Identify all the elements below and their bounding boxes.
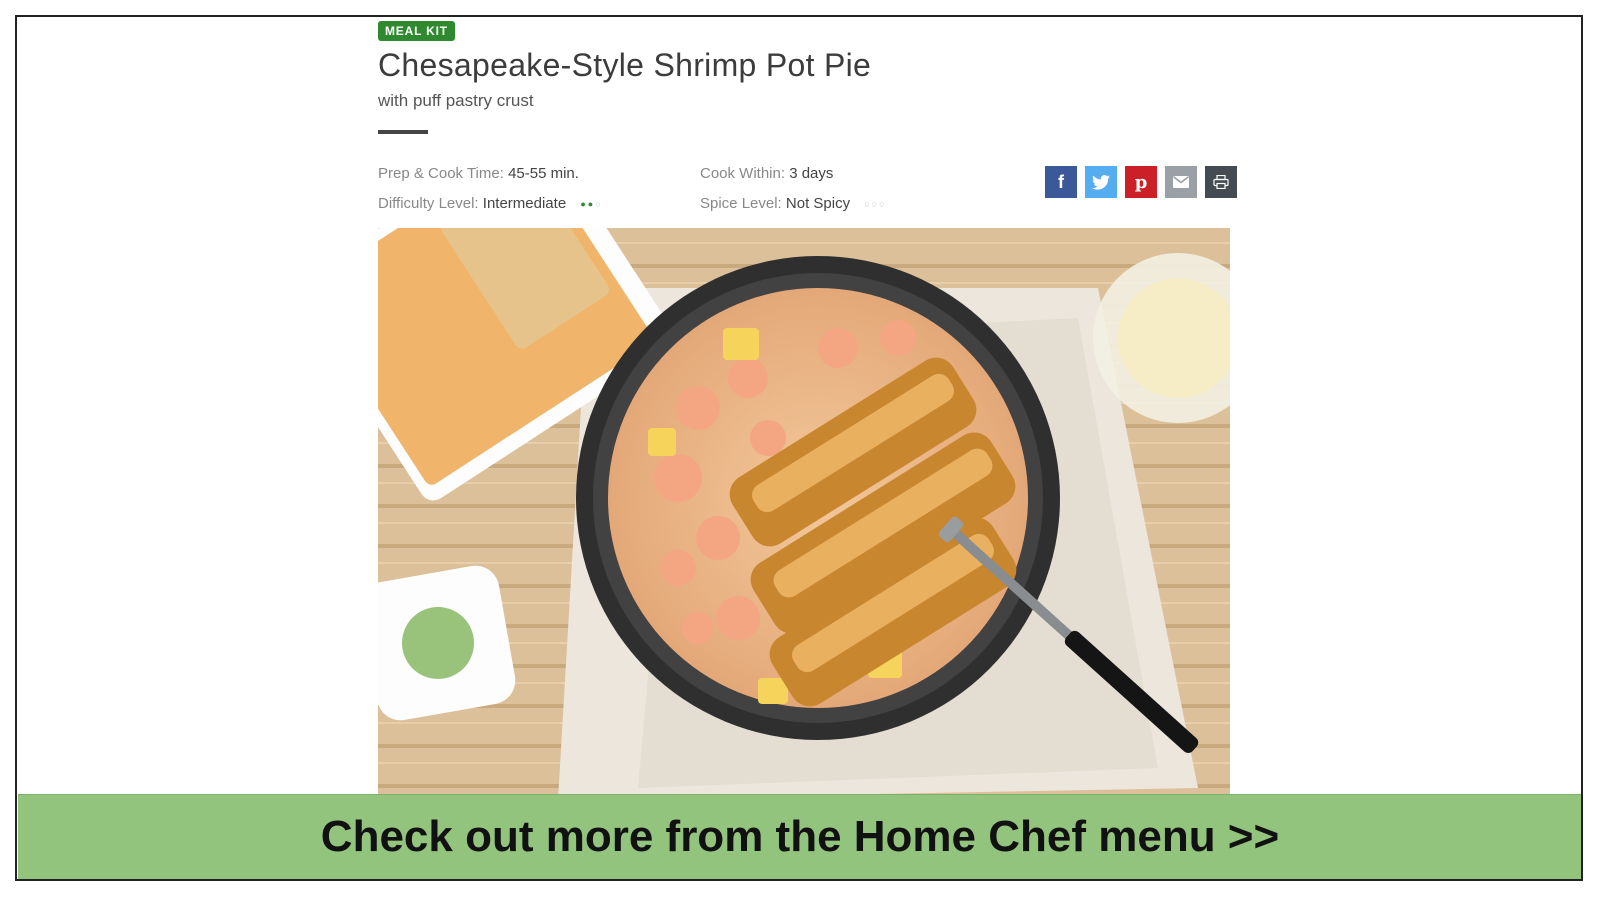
recipe-photo xyxy=(378,228,1230,800)
prep-time: Prep & Cook Time: 45-55 min. xyxy=(378,165,579,182)
facebook-share-button[interactable]: f xyxy=(1045,166,1077,198)
title-divider xyxy=(378,130,428,134)
recipe-subtitle: with puff pastry crust xyxy=(378,91,534,110)
twitter-share-button[interactable] xyxy=(1085,166,1117,198)
recipe-title: Chesapeake-Style Shrimp Pot Pie xyxy=(378,47,872,83)
cook-within-value: 3 days xyxy=(789,165,834,182)
spice-level: Spice Level: Not Spicy ○○○ xyxy=(700,195,887,212)
spice-dot: ○ xyxy=(864,199,872,210)
difficulty-dot: ○ xyxy=(595,199,603,210)
difficulty-dot: ● xyxy=(580,199,588,210)
shrimp-pot-pie-image xyxy=(378,228,1230,800)
pinterest-icon: p xyxy=(1134,171,1148,193)
difficulty-indicator: ●●○ xyxy=(580,199,602,209)
cook-within: Cook Within: 3 days xyxy=(700,165,833,182)
spice-label: Spice Level: xyxy=(700,195,782,212)
print-button[interactable] xyxy=(1205,166,1237,198)
email-icon xyxy=(1173,176,1189,188)
difficulty-value: Intermediate xyxy=(482,195,567,212)
print-icon xyxy=(1213,175,1229,189)
facebook-icon: f xyxy=(1058,171,1064,192)
meal-kit-badge: MEAL KIT xyxy=(378,21,455,41)
difficulty-label: Difficulty Level: xyxy=(378,195,479,212)
spice-dot: ○ xyxy=(879,199,887,210)
pinterest-share-button[interactable]: p xyxy=(1125,166,1157,198)
difficulty-level: Difficulty Level: Intermediate ●●○ xyxy=(378,195,603,212)
twitter-icon xyxy=(1092,174,1110,190)
page-frame: MEAL KIT Chesapeake-Style Shrimp Pot Pie… xyxy=(15,15,1583,881)
email-share-button[interactable] xyxy=(1165,166,1197,198)
cook-within-label: Cook Within: xyxy=(700,165,786,182)
spice-value: Not Spicy xyxy=(785,195,851,212)
spice-indicator: ○○○ xyxy=(864,199,886,209)
prep-time-label: Prep & Cook Time: xyxy=(378,165,504,182)
banner-text: Check out more from the Home Chef menu >… xyxy=(320,812,1280,861)
prep-time-value: 45-55 min. xyxy=(508,165,579,182)
home-chef-menu-link[interactable]: Check out more from the Home Chef menu >… xyxy=(18,794,1581,879)
share-buttons: f p xyxy=(1045,166,1237,198)
